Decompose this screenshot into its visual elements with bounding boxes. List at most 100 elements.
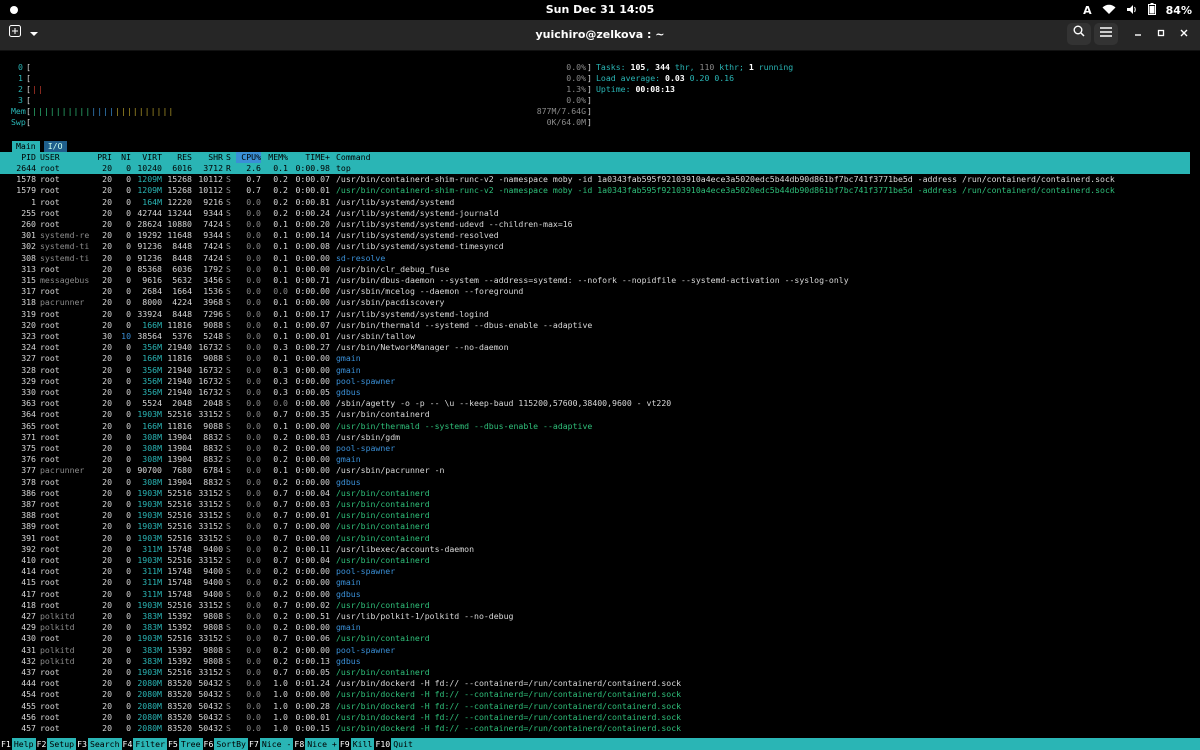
process-row[interactable]: 410 root 20 0 1903M 52516 33152 S 0.0 0.7 0:00.04 /… (0, 555, 1190, 566)
cell-cpu: 0.0 (246, 409, 261, 420)
process-row[interactable]: 377 pacrunner 20 0 90700 7680 6784 S 0.0 0.1 0:00.… (0, 465, 1190, 476)
fkey-f9-button[interactable]: F9 Kill (338, 738, 375, 750)
column-header-cmd[interactable]: Command (336, 152, 371, 163)
cell-cpu: 0.0 (246, 622, 261, 633)
tab-main[interactable]: Main (12, 141, 40, 152)
process-row[interactable]: 429 polkitd 20 0 383M 15392 9808 S 0.0 0.2 0:00.00… (0, 622, 1190, 633)
search-button[interactable] (1067, 23, 1091, 45)
fkey-f3-button[interactable]: F3 Search (76, 738, 122, 750)
process-row[interactable]: 313 root 20 0 85368 6036 1792 S 0.0 0.1 0:00.00/us… (0, 264, 1190, 275)
process-row[interactable]: 431 polkitd 20 0 383M 15392 9808 S 0.0 0.2 0:00.00… (0, 645, 1190, 656)
process-row[interactable]: 2644 root 20 0 10240 6016 3712 R 2.6 0.1 0:00.98 to… (0, 163, 1190, 175)
column-header-cpu[interactable]: CPU% (236, 152, 261, 164)
column-header-mem[interactable]: MEM% (264, 152, 288, 163)
process-row[interactable]: 430 root 20 0 1903M 52516 33152 S 0.0 0.7 0:00.06 /… (0, 633, 1190, 644)
cell-st: S (226, 353, 231, 364)
process-row[interactable]: 302 systemd-ti 20 0 91236 8448 7424 S 0.0 0.1 0:00… (0, 241, 1190, 252)
column-header-shr[interactable]: SHR (195, 152, 223, 163)
process-row[interactable]: 375 root 20 0 308M 13904 8832 S 0.0 0.2 0:00.00 poo… (0, 443, 1190, 454)
minimize-button[interactable] (1128, 23, 1148, 45)
process-row[interactable]: 364 root 20 0 1903M 52516 33152 S 0.0 0.7 0:00.35 /… (0, 409, 1190, 420)
process-row[interactable]: 457 root 20 0 2080M 83520 50432 S 0.0 1.0 0:00.15 /… (0, 723, 1190, 734)
column-header-ni[interactable]: NI (115, 152, 131, 163)
process-row[interactable]: 318 pacrunner 20 0 8000 4224 3968 S 0.0 0.1 0:00.0… (0, 297, 1190, 308)
column-header-time[interactable]: TIME+ (292, 152, 330, 163)
process-row[interactable]: 323 root 30 10 38564 5376 5248 S 0.0 0.1 0:00.01/u… (0, 331, 1190, 342)
tasks-meter-part: running (753, 62, 794, 72)
cell-time: 0:00.04 (295, 555, 330, 565)
process-row[interactable]: 444 root 20 0 2080M 83520 50432 S 0.0 1.0 0:01.24 /… (0, 678, 1190, 689)
column-header-virt[interactable]: VIRT (134, 152, 162, 163)
process-row[interactable]: 386 root 20 0 1903M 52516 33152 S 0.0 0.7 0:00.04 /… (0, 488, 1190, 499)
process-row[interactable]: 301 systemd-re 20 0 19292 11648 9344 S 0.0 0.1 0:0… (0, 230, 1190, 241)
fkey-f2-button[interactable]: F2 Setup (35, 738, 77, 750)
process-row[interactable]: 330 root 20 0 356M 21940 16732 S 0.0 0.3 0:00.05 gd… (0, 387, 1190, 398)
input-source-indicator[interactable]: A (1083, 4, 1092, 17)
process-row[interactable]: 378 root 20 0 308M 13904 8832 S 0.0 0.2 0:00.00 gdb… (0, 477, 1190, 488)
cell-virt: 166M (142, 353, 162, 364)
terminal-content[interactable]: 0[0.0%] 1[0.0%] 2[|| 1.3%] 3[0.0%] Mem[||||||… (0, 51, 1200, 750)
process-row[interactable]: 329 root 20 0 356M 21940 16732 S 0.0 0.3 0:00.00 po… (0, 376, 1190, 387)
process-row[interactable]: 363 root 20 0 5524 2048 2048 S 0.0 0.0 0:00.00/sbi… (0, 398, 1190, 409)
cell-cmd: /usr/sbin/mcelog --daemon --foreground (336, 286, 524, 297)
fkey-f5-button[interactable]: F5 Tree (166, 738, 203, 750)
column-header-user[interactable]: USER (40, 152, 60, 163)
process-row[interactable]: 315 messagebus 20 0 9616 5632 3456 S 0.0 0.1 0:00.… (0, 275, 1190, 286)
process-row[interactable]: 417 root 20 0 311M 15748 9400 S 0.0 0.2 0:00.00 gdb… (0, 589, 1190, 600)
process-row[interactable]: 392 root 20 0 311M 15748 9400 S 0.0 0.2 0:00.11/us… (0, 544, 1190, 555)
process-row[interactable]: 389 root 20 0 1903M 52516 33152 S 0.0 0.7 0:00.00 /… (0, 521, 1190, 532)
process-row[interactable]: 308 systemd-ti 20 0 91236 8448 7424 S 0.0 0.1 0:00… (0, 253, 1190, 264)
cell-st: S (226, 454, 231, 465)
process-row[interactable]: 437 root 20 0 1903M 52516 33152 S 0.0 0.7 0:00.05 /… (0, 667, 1190, 678)
process-row[interactable]: 427 polkitd 20 0 383M 15392 9808 S 0.0 0.2 0:00.51… (0, 611, 1190, 622)
process-row[interactable]: 255 root 20 0 42744 13244 9344 S 0.0 0.2 0:00.24/u… (0, 208, 1190, 219)
cell-ni: 0 (126, 521, 131, 532)
process-row[interactable]: 455 root 20 0 2080M 83520 50432 S 0.0 1.0 0:00.28 /… (0, 701, 1190, 712)
process-row[interactable]: 327 root 20 0 166M 11816 9088 S 0.0 0.1 0:00.00 gma… (0, 353, 1190, 364)
process-row[interactable]: 1578 root 20 0 1209M 15268 10112 S 0.7 0.2 0:00.07… (0, 174, 1190, 185)
column-header-pid[interactable]: PID (0, 152, 36, 163)
maximize-button[interactable] (1151, 23, 1171, 45)
process-row[interactable]: 320 root 20 0 166M 11816 9088 S 0.0 0.1 0:00.07/us… (0, 320, 1190, 331)
column-header-pri[interactable]: PRI (92, 152, 112, 163)
process-row[interactable]: 388 root 20 0 1903M 52516 33152 S 0.0 0.7 0:00.01 /… (0, 510, 1190, 521)
cell-shr: 16732 (198, 387, 223, 397)
process-row[interactable]: 328 root 20 0 356M 21940 16732 S 0.0 0.3 0:00.00 gm… (0, 365, 1190, 376)
process-row[interactable]: 414 root 20 0 311M 15748 9400 S 0.0 0.2 0:00.00 poo… (0, 566, 1190, 577)
column-header-st[interactable]: S (226, 152, 231, 163)
process-row[interactable]: 376 root 20 0 308M 13904 8832 S 0.0 0.2 0:00.00 gma… (0, 454, 1190, 465)
process-row[interactable]: 365 root 20 0 166M 11816 9088 S 0.0 0.1 0:00.00/us… (0, 421, 1190, 432)
tab-io[interactable]: I/O (43, 141, 67, 152)
cell-cmd: /usr/bin/containerd (336, 521, 430, 532)
column-header-res[interactable]: RES (165, 152, 192, 163)
main-menu-button[interactable] (1094, 23, 1118, 45)
process-row[interactable]: 324 root 20 0 356M 21940 16732 S 0.0 0.3 0:00.27/u… (0, 342, 1190, 353)
clock[interactable]: Sun Dec 31 14:05 (0, 3, 1200, 16)
process-row[interactable]: 432 polkitd 20 0 383M 15392 9808 S 0.0 0.2 0:00.13… (0, 656, 1190, 667)
cell-pri: 20 (102, 308, 112, 319)
fkey-f8-button[interactable]: F8 Nice + (293, 738, 339, 750)
process-row[interactable]: 391 root 20 0 1903M 52516 33152 S 0.0 0.7 0:00.00 /… (0, 533, 1190, 544)
process-row[interactable]: 415 root 20 0 311M 15748 9400 S 0.0 0.2 0:00.00 gma… (0, 577, 1190, 588)
close-button[interactable] (1174, 23, 1194, 45)
process-row[interactable]: 317 root 20 0 2684 1664 1536 S 0.0 0.0 0:00.00/usr… (0, 286, 1190, 297)
cell-time: 0:00.17 (295, 308, 330, 319)
process-row[interactable]: 418 root 20 0 1903M 52516 33152 S 0.0 0.7 0:00.02 /… (0, 600, 1190, 611)
process-row[interactable]: 260 root 20 0 28624 10880 7424 S 0.0 0.1 0:00.20/u… (0, 219, 1190, 230)
process-row[interactable]: 387 root 20 0 1903M 52516 33152 S 0.0 0.7 0:00.03 /… (0, 499, 1190, 510)
meter-bracket-close: ] (587, 62, 592, 72)
status-area[interactable]: A 84% (1083, 3, 1192, 18)
process-row[interactable]: 1 root 20 0 164M 12220 9216 S 0.0 0.2 0:00.81/usr/… (0, 197, 1190, 208)
process-row[interactable]: 371 root 20 0 308M 13904 8832 S 0.0 0.2 0:00.03/us… (0, 432, 1190, 443)
process-row[interactable]: 319 root 20 0 33924 8448 7296 S 0.0 0.1 0:00.17/us… (0, 309, 1190, 320)
fkey-f10-button[interactable]: F10 Quit (374, 738, 1200, 750)
process-row[interactable]: 454 root 20 0 2080M 83520 50432 S 0.0 1.0 0:00.00 /… (0, 689, 1190, 700)
process-row[interactable]: 1579 root 20 0 1209M 15268 10112 S 0.7 0.2 0:00.01… (0, 185, 1190, 196)
fkey-f1-button[interactable]: F1 Help (0, 738, 36, 750)
fkey-f6-button[interactable]: F6 SortBy (202, 738, 248, 750)
fkey-f7-button[interactable]: F7 Nice - (247, 738, 294, 750)
fkey-f4-button[interactable]: F4 Filter (121, 738, 167, 750)
process-row[interactable]: 456 root 20 0 2080M 83520 50432 S 0.0 1.0 0:00.01 /… (0, 712, 1190, 723)
cell-user: root (40, 599, 60, 610)
cell-pri: 20 (102, 409, 112, 420)
